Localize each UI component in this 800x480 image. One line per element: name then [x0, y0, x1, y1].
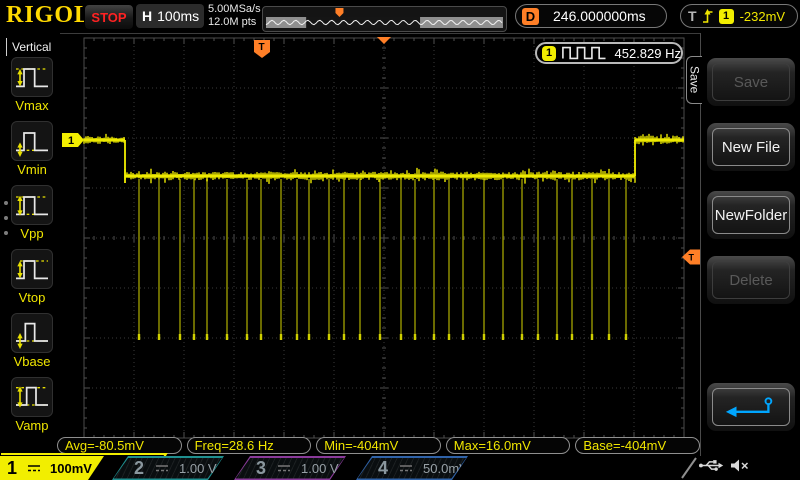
measurement-bar: Avg=-80.5mV Freq=28.6 Hz Min=-404mV Max=… [57, 437, 700, 455]
channel2-number: 2 [134, 458, 144, 479]
page-dot [4, 201, 8, 205]
trigger-level-value: -232mV [740, 9, 786, 24]
dc-coupling-icon [276, 463, 292, 473]
vamp-icon [11, 377, 53, 417]
right-menu: Save Save New File NewFolder Delete [700, 33, 800, 480]
page-dot [4, 216, 8, 220]
channel4-scale: 50.0mV [423, 461, 468, 476]
measure-item-label: Vamp [10, 418, 54, 433]
sample-rate: 5.00MSa/s [208, 3, 261, 16]
measure-item-label: Vtop [10, 290, 54, 305]
rising-edge-icon [701, 8, 714, 24]
left-menu-title: Vertical [6, 38, 51, 56]
measure-item-label: Vpp [10, 226, 54, 241]
timebase-value: 100ms [157, 8, 199, 24]
oscilloscope-screen: RIGOL STOP H 100ms 5.00MSa/s 12.0M pts D… [0, 0, 800, 480]
channel-status-bar: 1 100mV 2 1.00 V 3 1.00 V [0, 456, 800, 480]
vpp-icon [11, 185, 53, 225]
measurement-max: Max=16.0mV [446, 437, 571, 454]
trigger-label: T [688, 8, 697, 24]
measurement-freq: Freq=28.6 Hz [187, 437, 312, 454]
channel1-badge[interactable]: 1 100mV [0, 456, 104, 480]
svg-text:T: T [689, 253, 695, 263]
vtop-icon [11, 249, 53, 289]
channel1-number: 1 [7, 458, 17, 479]
counter-value: 452.829 Hz [615, 46, 682, 61]
dc-coupling-icon [154, 463, 170, 473]
channel2-badge[interactable]: 2 1.00 V [112, 456, 224, 480]
channel3-number: 3 [256, 458, 266, 479]
waveform-overview-thumbnail[interactable] [262, 6, 507, 32]
left-menu: Vertical Vmax Vmin [0, 33, 60, 456]
dc-coupling-icon [26, 463, 42, 473]
trigger-delay-box[interactable]: D 246.000000ms [515, 4, 667, 28]
measure-item-vmin[interactable]: Vmin [10, 121, 54, 177]
measure-item-vamp[interactable]: Vamp [10, 377, 54, 433]
save-button[interactable]: Save [707, 58, 795, 106]
vmin-icon [11, 121, 53, 161]
svg-text:1: 1 [68, 135, 74, 147]
waveform-display: 1 T T [60, 33, 700, 456]
channel3-badge[interactable]: 3 1.00 V [234, 456, 346, 480]
center-position-indicator [377, 37, 391, 44]
channel4-number: 4 [378, 458, 388, 479]
horizontal-label: H [142, 8, 152, 24]
delay-label-badge: D [522, 8, 539, 25]
run-state-indicator: STOP [84, 4, 134, 30]
measure-item-vbase[interactable]: Vbase [10, 313, 54, 369]
new-file-button-label: New File [712, 128, 790, 166]
delay-value: 246.000000ms [553, 8, 646, 24]
rigol-logo: RIGOL [6, 2, 91, 29]
measure-item-label: Vmax [10, 98, 54, 113]
frequency-counter: 1 452.829 Hz [535, 42, 683, 64]
measurement-avg: Avg=-80.5mV [57, 437, 182, 454]
usb-icon [698, 458, 724, 473]
save-button-label: Save [712, 63, 790, 101]
dc-coupling-icon [398, 463, 414, 473]
return-button[interactable] [707, 383, 795, 431]
new-file-button[interactable]: New File [707, 123, 795, 171]
measure-item-vtop[interactable]: Vtop [10, 249, 54, 305]
measurement-base: Base=-404mV [575, 437, 700, 454]
vbase-icon [11, 313, 53, 353]
measurement-min: Min=-404mV [316, 437, 441, 454]
channel1-scale: 100mV [50, 461, 92, 476]
svg-text:T: T [259, 42, 265, 53]
top-bar: RIGOL STOP H 100ms 5.00MSa/s 12.0M pts D… [0, 0, 800, 34]
trigger-source-badge: 1 [719, 9, 734, 24]
page-indicator-dots [4, 201, 8, 235]
square-wave-icon [562, 45, 607, 61]
overview-wave-canvas [263, 7, 504, 29]
new-folder-button[interactable]: NewFolder [707, 191, 795, 239]
counter-source-badge: 1 [542, 46, 556, 61]
horizontal-timebase-box[interactable]: H 100ms [136, 4, 204, 28]
trigger-info-box[interactable]: T 1 -232mV [680, 4, 798, 28]
separator-slash [680, 457, 698, 479]
memory-depth: 12.0M pts [208, 16, 261, 29]
channel4-badge[interactable]: 4 50.0mV [356, 456, 468, 480]
page-dot [4, 231, 8, 235]
delete-button-label: Delete [712, 261, 790, 299]
status-icons [698, 458, 750, 473]
new-folder-button-label: NewFolder [712, 196, 790, 234]
delete-button[interactable]: Delete [707, 256, 795, 304]
channel2-scale: 1.00 V [179, 461, 217, 476]
channel3-scale: 1.00 V [301, 461, 339, 476]
acquisition-info: 5.00MSa/s 12.0M pts [208, 3, 261, 29]
measure-item-label: Vmin [10, 162, 54, 177]
return-arrow-icon [722, 395, 780, 419]
measure-item-vmax[interactable]: Vmax [10, 57, 54, 113]
measure-item-vpp[interactable]: Vpp [10, 185, 54, 241]
speaker-muted-icon [730, 458, 750, 473]
vmax-icon [11, 57, 53, 97]
measure-item-label: Vbase [10, 354, 54, 369]
